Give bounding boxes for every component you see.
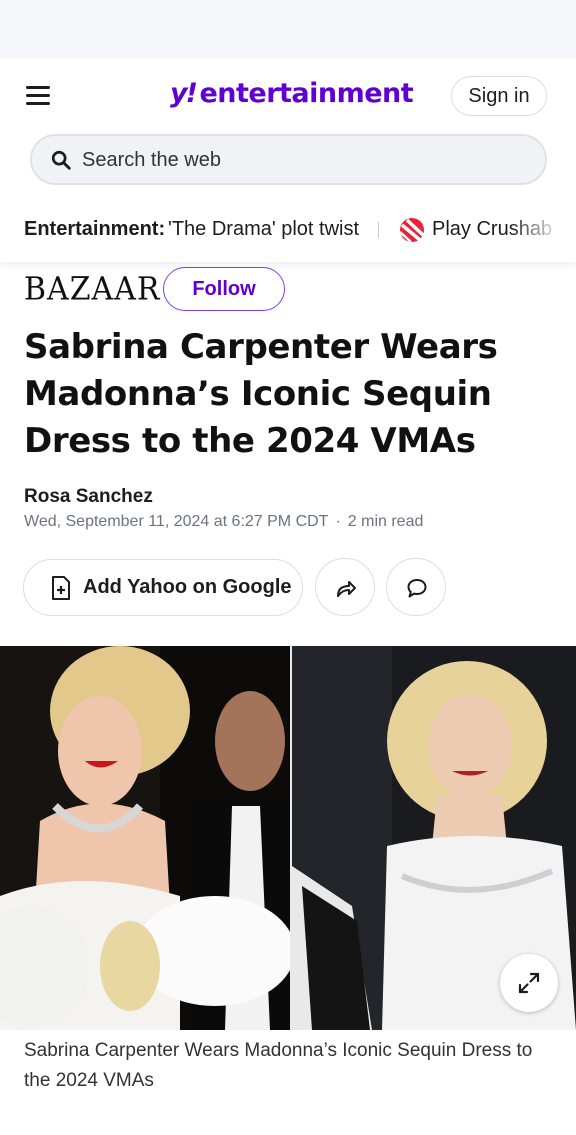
article-author[interactable]: Rosa Sanchez [24,486,153,508]
menu-icon[interactable] [26,86,50,106]
yahoo-entertainment-logo[interactable]: y!entertainment [170,78,413,114]
search-input[interactable] [82,144,522,176]
meta-separator: · [335,513,340,530]
search-bar[interactable] [30,134,547,185]
follow-button[interactable]: Follow [163,267,285,311]
search-icon [50,149,72,171]
article-meta: Wed, September 11, 2024 at 6:27 PM CDT · 2… [24,513,423,531]
trending-separator [378,222,379,238]
expand-image-button[interactable] [500,954,558,1012]
article-hero-image[interactable] [0,646,576,1030]
add-yahoo-on-google-button[interactable]: Add Yahoo on Google [23,559,303,616]
trending-story-link[interactable]: 'The Drama' plot twist [168,218,359,241]
article-date: Wed, September 11, 2024 at 6:27 PM CDT [24,513,328,530]
crushable-game-icon[interactable] [398,216,426,244]
comment-button[interactable] [386,558,446,616]
read-time: 2 min read [348,513,424,530]
site-header: y!entertainment Sign in [0,58,576,134]
status-bar-area [0,0,576,58]
publisher-logo[interactable]: BAZAAR [24,271,160,308]
article-headline: Sabrina Carpenter Wears Madonna’s Iconic… [24,324,554,465]
expand-icon [517,971,541,995]
madonna-photo [0,646,290,1030]
add-document-icon [51,576,71,600]
trending-bar: Entertainment: 'The Drama' plot twist Pl… [0,200,576,262]
trending-label: Entertainment: [24,218,165,241]
add-yahoo-on-google-label: Add Yahoo on Google [83,576,292,599]
image-caption: Sabrina Carpenter Wears Madonna’s Iconic… [24,1036,554,1096]
comment-icon [406,577,428,599]
sign-in-button[interactable]: Sign in [451,76,547,116]
share-button[interactable] [315,558,375,616]
trending-game-link[interactable]: Play Crushab [432,218,562,241]
share-icon [335,577,357,599]
